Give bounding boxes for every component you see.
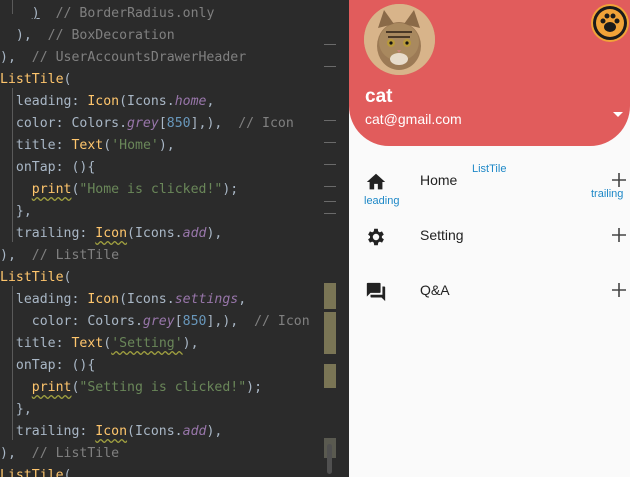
annotation-leading: leading: [364, 195, 400, 207]
gutter-marker: [324, 44, 336, 45]
annotation-trailing: trailing: [591, 188, 624, 200]
scrollbar-thumb[interactable]: [327, 444, 332, 474]
code-line: ListTile(: [0, 72, 72, 87]
code-line: leading: Icon(Icons.home,: [0, 94, 215, 109]
gutter-marker: [324, 213, 336, 214]
list-tile-title: Setting: [420, 227, 464, 243]
question-answer-icon: [366, 282, 386, 302]
code-editor[interactable]: ) // BorderRadius.only ), // BoxDecorati…: [0, 0, 349, 477]
gutter-marker: [324, 120, 336, 121]
code-line: print("Setting is clicked!");: [31, 380, 263, 395]
code-line: trailing: Icon(Icons.add),: [0, 226, 223, 241]
account-avatar[interactable]: [364, 4, 435, 75]
add-icon: [612, 173, 626, 187]
code-line: ), // UserAccountsDrawerHeader: [0, 50, 247, 65]
code-line: ), // ListTile: [0, 248, 120, 263]
list-tile-title: Q&A: [420, 282, 450, 298]
account-name: cat: [365, 86, 393, 107]
gutter-marker: [324, 312, 336, 354]
home-icon: [366, 173, 386, 190]
code-line: color: Colors.grey[850],), // Icon: [0, 314, 310, 329]
add-icon: [612, 228, 626, 242]
code-line: color: Colors.grey[850],), // Icon: [0, 116, 294, 131]
gutter-marker: [324, 364, 336, 388]
gutter-marker: [324, 66, 336, 67]
code-line: ) // BorderRadius.only: [31, 6, 215, 21]
annotation-list-tile: ListTile: [472, 163, 507, 175]
gutter-marker: [324, 186, 336, 187]
account-dropdown-icon[interactable]: [613, 112, 623, 117]
list-tile-qna[interactable]: Q&A: [349, 265, 630, 320]
code-line: title: Text('Setting'),: [0, 336, 199, 351]
settings-icon: [368, 228, 384, 246]
app-preview: cat cat@gmail.com Home ListTile leading …: [349, 0, 630, 477]
account-email: cat@gmail.com: [365, 111, 462, 127]
gutter-marker: [324, 142, 336, 143]
paw-icon: [593, 6, 627, 40]
code-line: },: [0, 402, 32, 417]
code-line: trailing: Icon(Icons.add),: [0, 424, 223, 439]
cat-photo-icon: [364, 4, 435, 75]
gutter-marker: [324, 201, 336, 202]
add-icon: [612, 283, 626, 297]
list-tile-setting[interactable]: Setting: [349, 210, 630, 265]
code-line: title: Text('Home'),: [0, 138, 175, 153]
other-account-avatar[interactable]: [591, 4, 629, 42]
code-line: ), // ListTile: [0, 446, 120, 461]
code-line: ), // BoxDecoration: [0, 28, 175, 43]
code-line: leading: Icon(Icons.settings,: [0, 292, 247, 307]
list-tile-title: Home: [420, 172, 458, 188]
code-line: onTap: (){: [0, 160, 96, 175]
gutter-marker: [324, 164, 336, 165]
code-line: ListTile(: [0, 270, 72, 285]
code-line: onTap: (){: [0, 358, 96, 373]
gutter-marker: [324, 283, 336, 309]
drawer-header: cat cat@gmail.com: [349, 0, 630, 146]
code-line: ListTile(: [0, 468, 72, 477]
code-line: print("Home is clicked!");: [31, 182, 239, 197]
code-line: },: [0, 204, 32, 219]
